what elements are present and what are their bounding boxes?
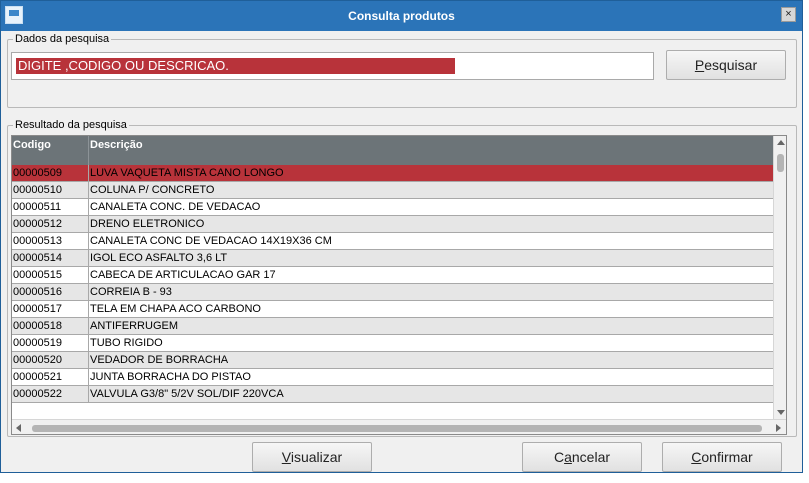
table-row[interactable]: 00000520 VEDADOR DE BORRACHA bbox=[12, 352, 773, 369]
cell-codigo: 00000518 bbox=[13, 320, 62, 332]
cell-descricao: LUVA VAQUETA MISTA CANO LONGO bbox=[90, 167, 284, 179]
grid-rows: 00000509 LUVA VAQUETA MISTA CANO LONGO 000… bbox=[12, 165, 773, 403]
scroll-down-icon[interactable] bbox=[777, 410, 785, 415]
title-bar[interactable]: Consulta produtos × bbox=[1, 1, 802, 31]
cancel-label-pre: C bbox=[553, 449, 565, 465]
search-input[interactable]: DIGITE ,CODIGO OU DESCRICAO. bbox=[11, 52, 654, 80]
table-row[interactable]: 00000517 TELA EM CHAPA ACO CARBONO bbox=[12, 301, 773, 318]
table-row[interactable]: 00000519 TUBO RIGIDO bbox=[12, 335, 773, 352]
table-row[interactable]: 00000514 IGOL ECO ASFALTO 3,6 LT bbox=[12, 250, 773, 267]
cell-codigo: 00000522 bbox=[13, 388, 62, 400]
cell-separator bbox=[88, 369, 89, 385]
table-row[interactable]: 00000511 CANALETA CONC. DE VEDACAO bbox=[12, 199, 773, 216]
column-header-descricao[interactable]: Descrição bbox=[90, 139, 143, 151]
confirm-accel: C bbox=[691, 449, 702, 465]
cell-codigo: 00000520 bbox=[13, 354, 62, 366]
cell-descricao: CANALETA CONC DE VEDACAO 14X19X36 CM bbox=[90, 235, 332, 247]
cell-descricao: TUBO RIGIDO bbox=[90, 337, 163, 349]
visualizar-label: isualizar bbox=[290, 449, 343, 465]
search-button[interactable]: Pesquisar bbox=[666, 50, 786, 80]
cell-codigo: 00000511 bbox=[13, 201, 62, 213]
cell-separator bbox=[88, 165, 89, 181]
cell-separator bbox=[88, 335, 89, 351]
table-row[interactable]: 00000515 CABECA DE ARTICULACAO GAR 17 bbox=[12, 267, 773, 284]
cell-codigo: 00000517 bbox=[13, 303, 62, 315]
consulta-produtos-dialog: Consulta produtos × Dados da pesquisa DI… bbox=[0, 0, 803, 473]
table-row[interactable]: 00000521 JUNTA BORRACHA DO PISTAO bbox=[12, 369, 773, 386]
results-group-legend: Resultado da pesquisa bbox=[15, 119, 127, 131]
cell-descricao: TELA EM CHAPA ACO CARBONO bbox=[90, 303, 261, 315]
horizontal-scrollbar[interactable] bbox=[12, 419, 786, 434]
cell-separator bbox=[88, 318, 89, 334]
cell-codigo: 00000519 bbox=[13, 337, 62, 349]
cell-separator bbox=[88, 216, 89, 232]
table-row[interactable]: 00000512 DRENO ELETRONICO bbox=[12, 216, 773, 233]
cell-codigo: 00000513 bbox=[13, 235, 62, 247]
vertical-scroll-thumb[interactable] bbox=[777, 154, 784, 172]
confirm-button[interactable]: Confirmar bbox=[662, 442, 782, 472]
table-row[interactable]: 00000509 LUVA VAQUETA MISTA CANO LONGO bbox=[12, 165, 773, 182]
grid-header: Codigo Descrição bbox=[12, 136, 773, 165]
close-icon[interactable]: × bbox=[781, 7, 796, 22]
horizontal-scroll-thumb[interactable] bbox=[32, 425, 762, 432]
cell-descricao: JUNTA BORRACHA DO PISTAO bbox=[90, 371, 251, 383]
table-row[interactable]: 00000518 ANTIFERRUGEM bbox=[12, 318, 773, 335]
cancel-label-rest: ncelar bbox=[571, 449, 611, 465]
window-title: Consulta produtos bbox=[348, 9, 455, 23]
scroll-up-icon[interactable] bbox=[777, 140, 785, 145]
cell-codigo: 00000516 bbox=[13, 286, 62, 298]
table-row[interactable]: 00000522 VALVULA G3/8" 5/2V SOL/DIF 220VC… bbox=[12, 386, 773, 403]
cell-codigo: 00000512 bbox=[13, 218, 62, 230]
cell-descricao: COLUNA P/ CONCRETO bbox=[90, 184, 215, 196]
results-grid[interactable]: Codigo Descrição 00000509 LUVA VAQUETA MI… bbox=[11, 135, 787, 435]
table-row[interactable]: 00000510 COLUNA P/ CONCRETO bbox=[12, 182, 773, 199]
cancel-button[interactable]: Cancelar bbox=[522, 442, 642, 472]
column-header-codigo[interactable]: Codigo bbox=[13, 139, 51, 151]
cell-descricao: IGOL ECO ASFALTO 3,6 LT bbox=[90, 252, 228, 264]
column-separator[interactable] bbox=[88, 136, 89, 165]
cell-separator bbox=[88, 284, 89, 300]
vertical-scrollbar[interactable] bbox=[773, 136, 786, 419]
cell-separator bbox=[88, 267, 89, 283]
confirm-label-rest: onfirmar bbox=[701, 449, 753, 465]
cell-codigo: 00000509 bbox=[13, 167, 62, 179]
search-button-accel: P bbox=[694, 57, 705, 73]
cancel-accel: a bbox=[564, 449, 572, 465]
cell-separator bbox=[88, 301, 89, 317]
cell-descricao: ANTIFERRUGEM bbox=[90, 320, 178, 332]
cell-separator bbox=[88, 182, 89, 198]
cell-descricao: VEDADOR DE BORRACHA bbox=[90, 354, 229, 366]
visualizar-accel: V bbox=[281, 449, 291, 465]
table-row[interactable]: 00000513 CANALETA CONC DE VEDACAO 14X19X3… bbox=[12, 233, 773, 250]
cell-separator bbox=[88, 386, 89, 402]
cell-codigo: 00000510 bbox=[13, 184, 62, 196]
search-button-label: esquisar bbox=[704, 57, 758, 73]
cell-descricao: VALVULA G3/8" 5/2V SOL/DIF 220VCA bbox=[90, 388, 284, 400]
table-row[interactable]: 00000516 CORREIA B - 93 bbox=[12, 284, 773, 301]
visualizar-button[interactable]: Visualizar bbox=[252, 442, 372, 472]
cell-codigo: 00000514 bbox=[13, 252, 62, 264]
cell-separator bbox=[88, 250, 89, 266]
search-input-value: DIGITE ,CODIGO OU DESCRICAO. bbox=[16, 58, 455, 74]
cell-codigo: 00000515 bbox=[13, 269, 62, 281]
cell-separator bbox=[88, 199, 89, 215]
search-group-legend: Dados da pesquisa bbox=[15, 33, 110, 45]
cell-codigo: 00000521 bbox=[13, 371, 62, 383]
cell-descricao: CORREIA B - 93 bbox=[90, 286, 172, 298]
cell-descricao: CABECA DE ARTICULACAO GAR 17 bbox=[90, 269, 276, 281]
cell-descricao: DRENO ELETRONICO bbox=[90, 218, 205, 230]
scroll-left-icon[interactable] bbox=[16, 424, 21, 432]
cell-separator bbox=[88, 233, 89, 249]
cell-separator bbox=[88, 352, 89, 368]
cell-descricao: CANALETA CONC. DE VEDACAO bbox=[90, 201, 261, 213]
scroll-right-icon[interactable] bbox=[776, 424, 781, 432]
